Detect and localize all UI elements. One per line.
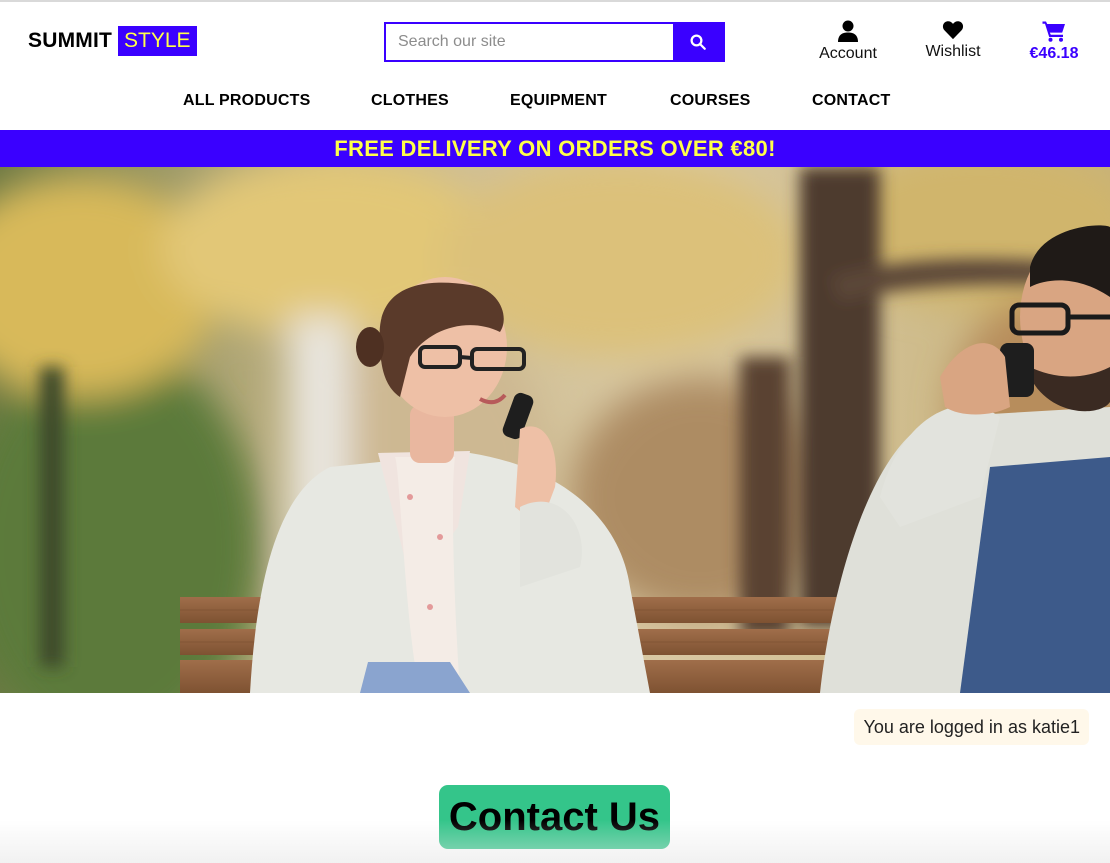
cart-total: €46.18 [1029, 45, 1079, 62]
search-form [384, 22, 725, 62]
search-icon [690, 34, 706, 50]
search-input[interactable] [386, 24, 673, 60]
account-link[interactable]: Account [815, 20, 881, 63]
nav-all-products[interactable]: ALL PRODUCTS [183, 92, 310, 110]
nav-contact[interactable]: CONTACT [812, 92, 890, 110]
page-title: Contact Us [439, 785, 670, 849]
nav-equipment[interactable]: EQUIPMENT [510, 92, 607, 110]
wishlist-link[interactable]: Wishlist [922, 20, 984, 61]
search-button[interactable] [673, 24, 723, 60]
nav-clothes[interactable]: CLOTHES [371, 92, 449, 110]
nav-courses[interactable]: COURSES [670, 92, 751, 110]
heart-icon [942, 21, 964, 40]
promo-banner: FREE DELIVERY ON ORDERS OVER €80! [0, 130, 1110, 167]
site-logo[interactable]: SUMMIT STYLE [28, 26, 197, 56]
user-icon [838, 20, 858, 42]
wishlist-label: Wishlist [925, 43, 981, 60]
cart-icon [1042, 21, 1065, 42]
main-nav: ALL PRODUCTS CLOTHES EQUIPMENT COURSES C… [0, 92, 1110, 114]
promo-text: FREE DELIVERY ON ORDERS OVER €80! [334, 135, 776, 161]
logged-in-text: You are logged in as katie1 [863, 716, 1080, 737]
logged-in-status: You are logged in as katie1 [854, 709, 1089, 745]
account-label: Account [819, 45, 877, 62]
logo-style: STYLE [118, 26, 197, 56]
cart-link[interactable]: €46.18 [1024, 20, 1084, 63]
top-border [0, 0, 1110, 2]
hero-illustration [0, 167, 1110, 693]
hero-image [0, 167, 1110, 693]
logo-summit: SUMMIT [28, 29, 113, 52]
